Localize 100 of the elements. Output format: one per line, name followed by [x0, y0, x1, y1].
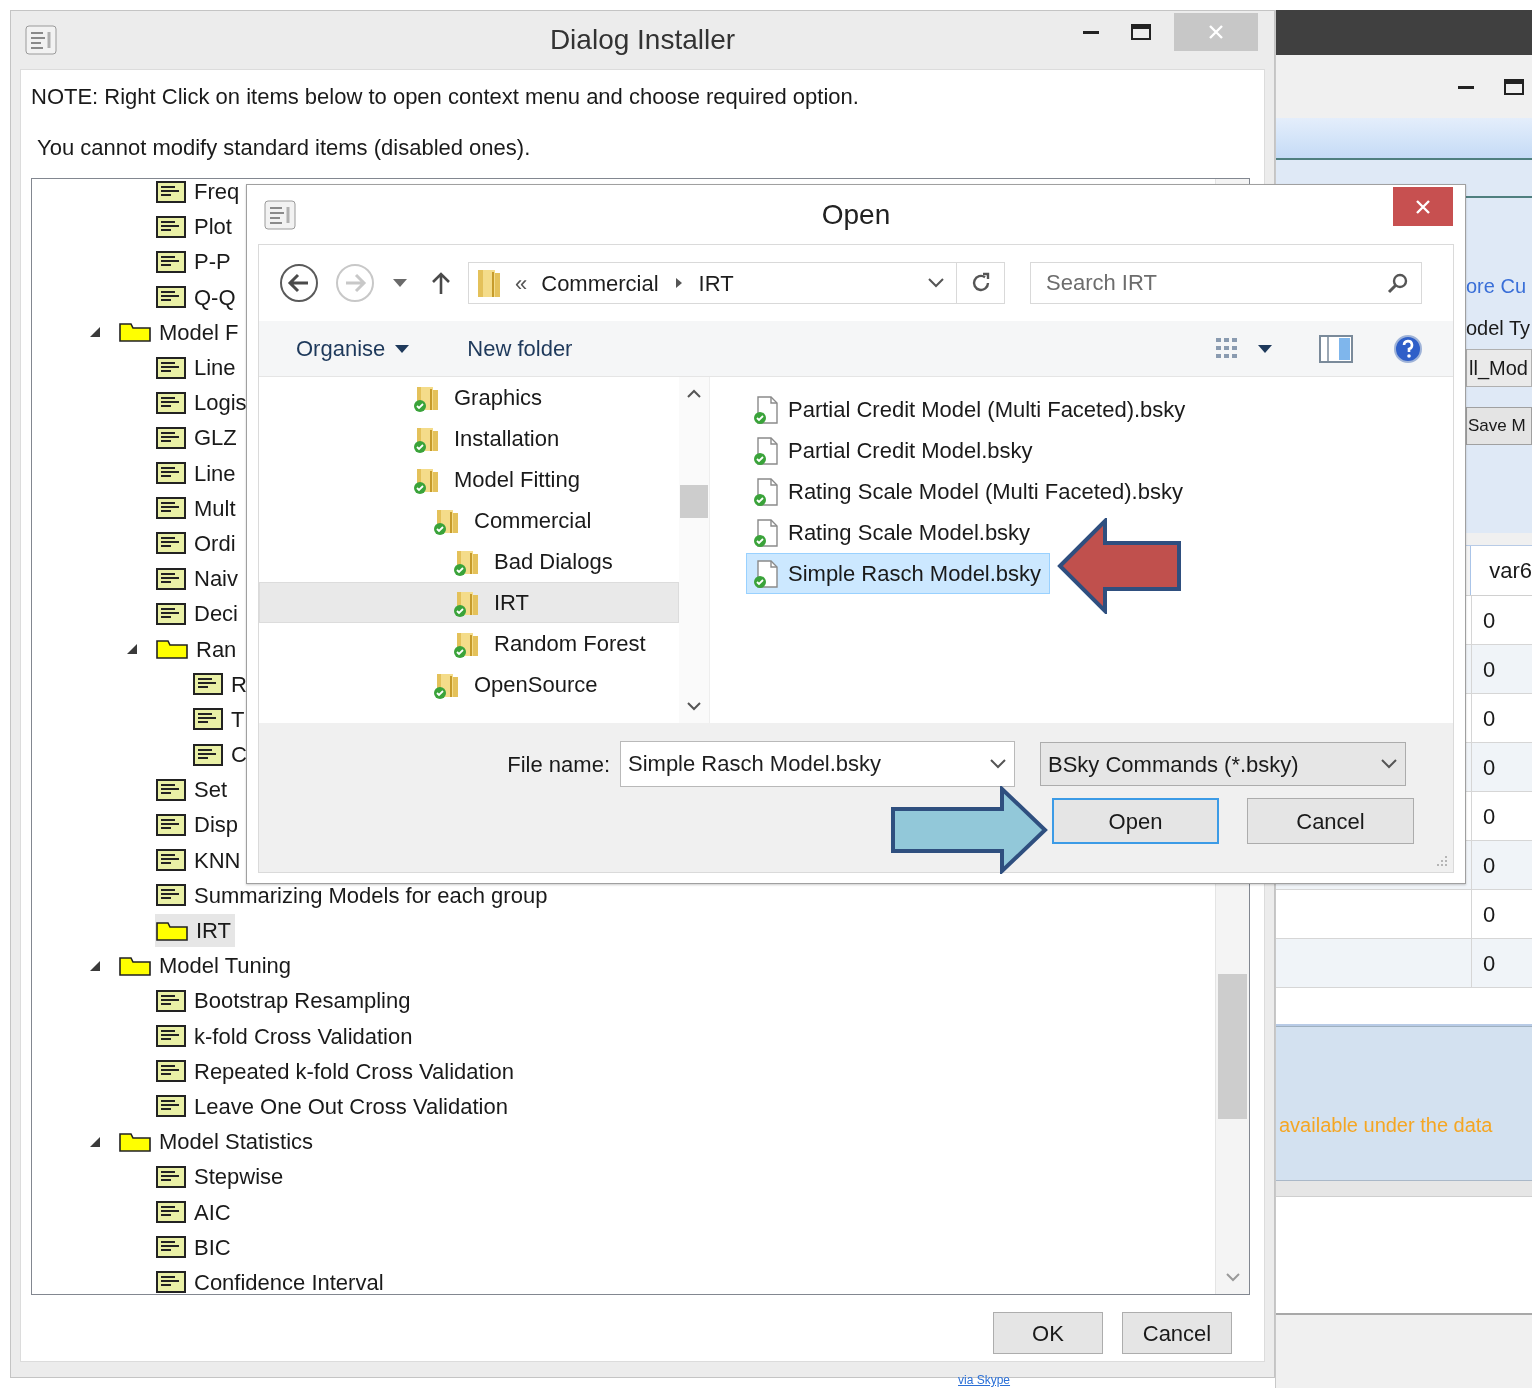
dropdown-chevron-icon[interactable] [928, 278, 944, 288]
close-icon [1415, 198, 1431, 215]
tree-item[interactable]: Model F [118, 315, 243, 349]
tree-item[interactable]: Freq [155, 179, 244, 209]
tree-item[interactable]: Mult [155, 491, 240, 525]
tree-item[interactable]: C [192, 738, 251, 772]
dropdown-chevron-icon[interactable] [990, 759, 1006, 769]
tree-item[interactable]: Line [155, 351, 240, 385]
tree-item[interactable]: BIC [155, 1230, 235, 1264]
folder-item[interactable]: OpenSource [259, 664, 679, 705]
tree-item[interactable]: Confidence Interval [155, 1265, 388, 1294]
tree-item[interactable]: Bootstrap Resampling [155, 984, 415, 1018]
scrollbar[interactable] [679, 377, 709, 723]
file-name-field[interactable]: Simple Rasch Model.bsky [620, 741, 1015, 787]
help-icon[interactable] [1393, 333, 1423, 364]
breadcrumb-arrow-icon[interactable] [674, 277, 683, 289]
new-folder-button[interactable]: New folder [467, 332, 573, 365]
save-button[interactable]: Save M [1466, 407, 1532, 445]
folder-item[interactable]: Random Forest [259, 623, 679, 664]
note-text: NOTE: Right Click on items below to open context menu and choose required option. [30, 83, 860, 111]
close-button[interactable] [1393, 187, 1453, 226]
form-icon [156, 567, 186, 590]
tree-item[interactable]: Ordi [155, 526, 240, 560]
folder-item[interactable]: IRT [259, 582, 679, 623]
file-icon [752, 558, 780, 589]
form-icon [156, 462, 186, 485]
breadcrumb-item[interactable]: Commercial [541, 266, 659, 300]
up-arrow-icon[interactable] [431, 271, 451, 295]
tree-item[interactable]: KNN [155, 843, 245, 877]
scrollbar-thumb[interactable] [1218, 974, 1247, 1119]
expand-arrow-icon[interactable] [126, 643, 138, 656]
search-field[interactable]: Search IRT [1030, 262, 1422, 304]
file-icon [752, 517, 780, 548]
tree-item[interactable]: Summarizing Models for each group [155, 878, 552, 912]
folder-item[interactable]: Installation [259, 418, 679, 459]
minimize-icon[interactable] [1458, 84, 1474, 89]
expand-arrow-icon[interactable] [89, 326, 101, 339]
scroll-down-icon[interactable] [687, 701, 701, 711]
tree-item[interactable]: Model Statistics [118, 1125, 318, 1159]
file-item[interactable]: Partial Credit Model (Multi Faceted).bsky [746, 389, 1195, 430]
expand-arrow-icon[interactable] [89, 1135, 101, 1148]
tree-item[interactable]: Deci [155, 597, 242, 631]
form-icon [156, 426, 186, 449]
folder-item[interactable]: Graphics [259, 377, 679, 418]
tree-item[interactable]: Plot [155, 210, 236, 244]
close-icon [1208, 24, 1224, 40]
folder-item[interactable]: Commercial [259, 500, 679, 541]
maximize-icon[interactable] [1504, 78, 1524, 95]
tree-item[interactable]: IRT [155, 914, 236, 948]
file-type-dropdown[interactable]: BSky Commands (*.bsky) [1040, 742, 1406, 786]
file-item[interactable]: Partial Credit Model.bsky [746, 430, 1042, 471]
skype-link[interactable]: via Skype [958, 1373, 1011, 1387]
file-item[interactable]: Rating Scale Model (Multi Faceted).bsky [746, 471, 1192, 512]
address-bar[interactable]: « Commercial IRT [468, 262, 1005, 304]
tree-item[interactable]: P-P [155, 245, 235, 279]
tree-item[interactable]: Disp [155, 808, 242, 842]
folder-item[interactable]: Model Fitting [259, 459, 679, 500]
form-icon [156, 602, 186, 625]
tree-item[interactable]: Leave One Out Cross Validation [155, 1089, 512, 1123]
form-icon [156, 532, 186, 555]
tree-item[interactable]: GLZ [155, 421, 241, 455]
overflow-chevron[interactable]: « [515, 266, 528, 300]
app-icon [264, 199, 296, 230]
back-icon[interactable] [279, 263, 319, 303]
link-text[interactable]: ore Cu [1466, 271, 1532, 301]
file-item[interactable]: Simple Rasch Model.bsky [746, 553, 1051, 594]
tree-item[interactable]: R [192, 667, 251, 701]
tree-item[interactable]: Ran [155, 632, 241, 666]
table-cell: 0 [1471, 694, 1532, 742]
dialog-button[interactable]: OK [993, 1312, 1103, 1354]
tree-item[interactable]: AIC [155, 1195, 235, 1229]
model-dropdown[interactable]: ll_Mod [1466, 349, 1532, 387]
tree-item[interactable]: k-fold Cross Validation [155, 1019, 417, 1053]
folder-item[interactable]: Bad Dialogs [259, 541, 679, 582]
table-cell: 0 [1471, 596, 1532, 644]
tree-item[interactable]: Line [155, 456, 240, 490]
minimize-icon [1083, 30, 1099, 34]
tree-item[interactable]: Stepwise [155, 1160, 288, 1194]
tree-item[interactable]: Logis [155, 386, 251, 420]
preview-pane-icon[interactable] [1319, 334, 1353, 363]
tree-item[interactable]: Model Tuning [118, 949, 296, 983]
tree-item[interactable]: Naiv [155, 562, 242, 596]
file-item[interactable]: Rating Scale Model.bsky [746, 512, 1040, 553]
column-header[interactable]: var6 [1470, 546, 1532, 595]
scrollbar-thumb[interactable] [680, 485, 708, 518]
expand-arrow-icon[interactable] [89, 959, 101, 972]
dialog-button[interactable]: Open [1052, 798, 1219, 844]
table-cell: 0 [1471, 743, 1532, 791]
breadcrumb-item[interactable]: IRT [698, 266, 734, 300]
tree-item[interactable]: Q-Q [155, 280, 240, 314]
tree-item[interactable]: T [192, 702, 249, 736]
tree-item[interactable]: Set [155, 773, 232, 807]
search-icon [1386, 271, 1410, 295]
tree-item[interactable]: Repeated k-fold Cross Validation [155, 1054, 518, 1088]
dialog-button[interactable]: Cancel [1122, 1312, 1232, 1354]
resize-grip-icon[interactable] [1435, 854, 1449, 868]
history-caret-icon[interactable] [393, 279, 407, 287]
scroll-up-icon[interactable] [687, 389, 701, 399]
dialog-button[interactable]: Cancel [1247, 798, 1414, 844]
organise-button[interactable]: Organise [296, 332, 410, 365]
